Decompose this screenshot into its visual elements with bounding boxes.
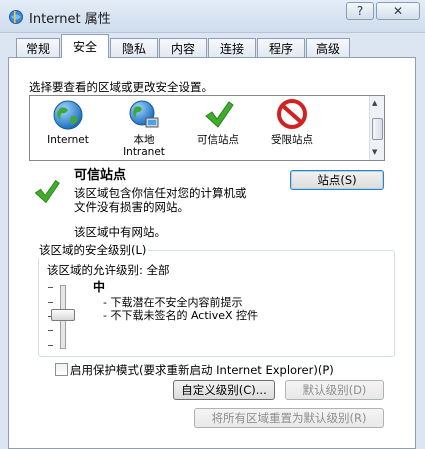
tab-content[interactable]: 内容 bbox=[159, 38, 207, 57]
restricted-icon bbox=[275, 98, 309, 132]
ie-app-icon bbox=[8, 9, 24, 25]
protected-mode-checkbox[interactable] bbox=[55, 363, 68, 376]
help-icon: ? bbox=[356, 4, 364, 18]
zone-label: Internet bbox=[47, 134, 89, 146]
zone-item-internet[interactable]: Internet bbox=[32, 98, 104, 146]
slider-tick bbox=[48, 330, 53, 331]
custom-level-button[interactable]: 自定义级别(C)... bbox=[173, 380, 275, 400]
allowed-levels-text: 该区域的允许级别: 全部 bbox=[47, 263, 170, 277]
sites-button[interactable]: 站点(S) bbox=[290, 170, 384, 190]
tab-privacy[interactable]: 隐私 bbox=[110, 38, 158, 57]
trusted-zone-large-icon bbox=[31, 177, 61, 210]
tab-connections[interactable]: 连接 bbox=[208, 38, 256, 57]
level-name: 中 bbox=[93, 280, 106, 294]
checkmark-icon bbox=[201, 98, 235, 132]
security-level-slider-thumb[interactable] bbox=[51, 309, 75, 321]
tab-general[interactable]: 常规 bbox=[16, 38, 60, 57]
zone-description-line2: 文件没有损害的网站。 bbox=[74, 200, 189, 214]
zone-has-sites-text: 该区域中有网站。 bbox=[74, 225, 166, 239]
zone-title: 可信站点 bbox=[74, 168, 127, 183]
zone-item-trusted-sites[interactable]: 可信站点 bbox=[182, 98, 254, 146]
zone-item-local-intranet[interactable]: 本地 Intranet bbox=[108, 98, 180, 158]
slider-tick bbox=[48, 302, 53, 303]
zone-label: 可信站点 bbox=[197, 134, 239, 146]
globe-icon bbox=[51, 98, 85, 132]
window-title: Internet 属性 bbox=[29, 12, 111, 27]
scroll-up-icon[interactable]: ▲ bbox=[372, 99, 377, 107]
protected-mode-label[interactable]: 启用保护模式(要求重新启动 Internet Explorer)(P) bbox=[70, 362, 334, 378]
intranet-globe-icon bbox=[127, 98, 161, 132]
zone-label: 受限站点 bbox=[271, 134, 313, 146]
tab-programs[interactable]: 程序 bbox=[257, 38, 305, 57]
zone-label-sub: Intranet bbox=[123, 146, 165, 158]
slider-tick bbox=[48, 287, 53, 288]
zone-label: 本地 bbox=[133, 134, 155, 146]
tab-security[interactable]: 安全 bbox=[61, 34, 109, 58]
close-icon: ✕ bbox=[392, 4, 404, 18]
reset-all-zones-button[interactable]: 将所有区域重置为默认级别(R) bbox=[194, 408, 384, 428]
title-bar: Internet 属性 ? ✕ bbox=[0, 0, 425, 33]
tab-advanced[interactable]: 高级 bbox=[306, 38, 350, 57]
slider-tick bbox=[48, 345, 53, 346]
close-button[interactable]: ✕ bbox=[376, 2, 420, 20]
scroll-down-icon[interactable]: ▼ bbox=[372, 148, 377, 156]
scroll-thumb[interactable] bbox=[372, 118, 383, 140]
zone-list-scrollbar[interactable]: ▲ ▼ bbox=[369, 96, 384, 160]
default-level-button[interactable]: 默认级别(D) bbox=[285, 380, 384, 400]
security-level-group-label: 该区域的安全级别(L) bbox=[37, 242, 149, 258]
instruction-text: 选择要查看的区域或更改安全设置。 bbox=[29, 80, 213, 94]
help-button[interactable]: ? bbox=[346, 2, 374, 20]
zone-list[interactable]: Internet 本地 Intranet 可信站点 受限站点 ▲ ▼ bbox=[29, 95, 385, 161]
level-bullet-2: - 不下载未签名的 ActiveX 控件 bbox=[103, 309, 259, 322]
zone-item-restricted-sites[interactable]: 受限站点 bbox=[256, 98, 328, 146]
